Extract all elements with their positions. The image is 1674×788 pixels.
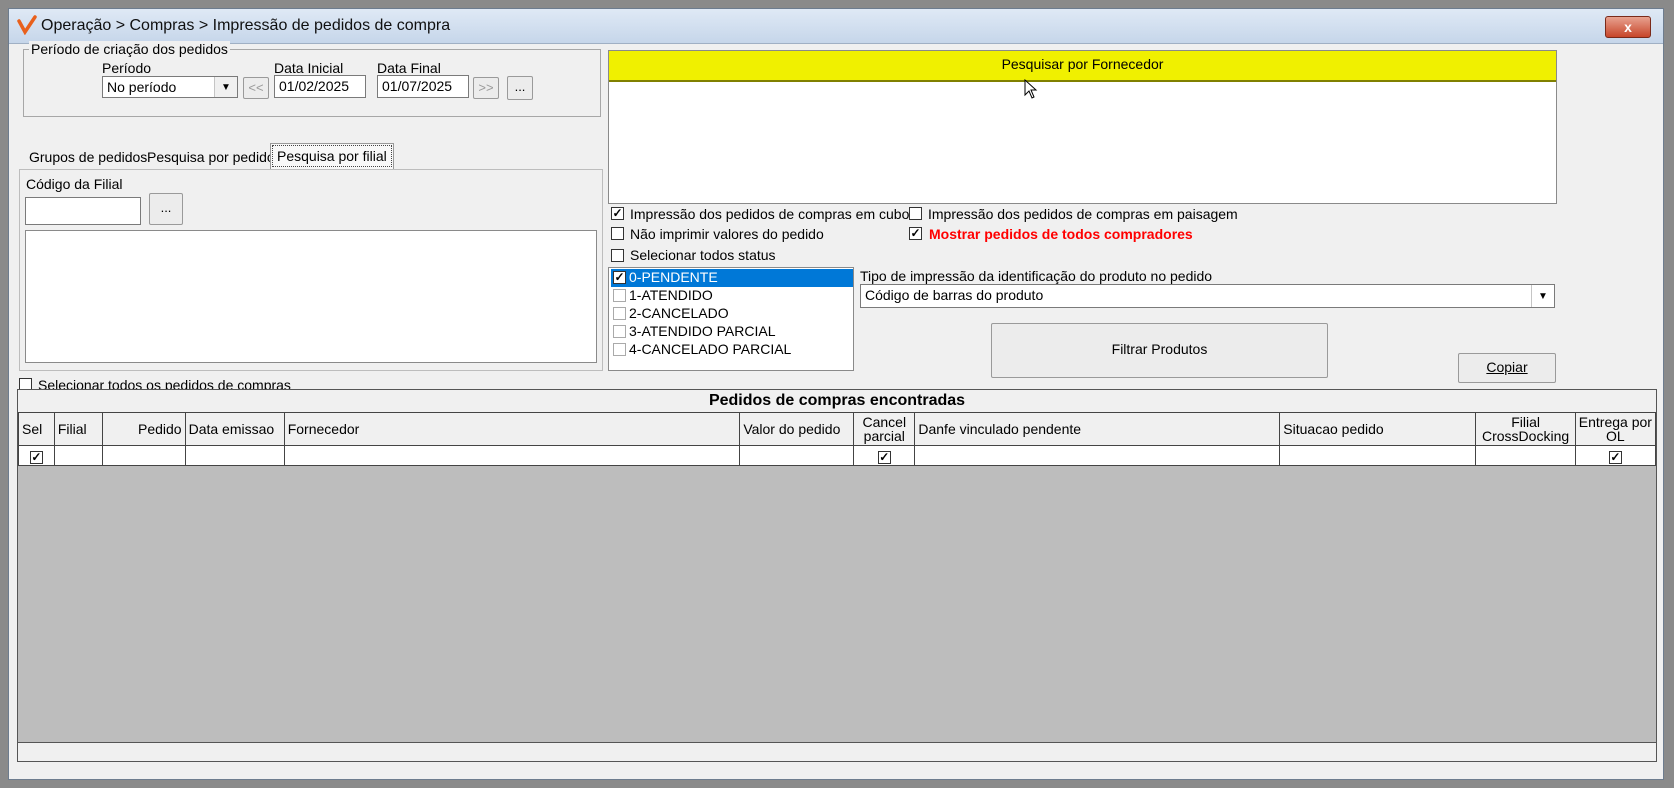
close-button[interactable]: x (1605, 16, 1651, 38)
mouse-cursor-icon (1024, 79, 1038, 99)
periodo-select[interactable]: No período ▼ (102, 76, 238, 98)
paisagem-checkbox[interactable] (909, 207, 922, 220)
row-entrega-checkbox[interactable]: ✓ (1608, 450, 1622, 464)
status-item-pendente[interactable]: ✓ 0-PENDENTE (611, 269, 853, 287)
row-filial-cell[interactable] (53, 445, 104, 466)
column-header-crossdocking[interactable]: Filial CrossDocking (1475, 412, 1576, 446)
column-header-sel[interactable]: Sel (18, 412, 55, 446)
status-atendido-parcial-checkbox[interactable] (613, 325, 626, 338)
fornecedor-panel: Pesquisar por Fornecedor (608, 50, 1557, 204)
status-cancelado-parcial-checkbox[interactable] (613, 343, 626, 356)
status-pendente-checkbox[interactable]: ✓ (613, 271, 626, 284)
column-header-danfe[interactable]: Danfe vinculado pendente (914, 412, 1281, 446)
paisagem-label: Impressão dos pedidos de compras em pais… (928, 206, 1238, 222)
data-final-field[interactable]: 01/07/2025 (377, 75, 469, 98)
column-header-filial[interactable]: Filial (53, 412, 104, 446)
window-title: Operação > Compras > Impressão de pedido… (41, 17, 451, 34)
fornecedor-search-header[interactable]: Pesquisar por Fornecedor (609, 51, 1556, 82)
row-sel-checkbox[interactable]: ✓ (29, 450, 43, 464)
row-cancel-cell[interactable]: ✓ (853, 445, 916, 466)
row-entrega-cell[interactable]: ✓ (1574, 445, 1657, 466)
column-header-fornecedor[interactable]: Fornecedor (283, 412, 741, 446)
grid-title: Pedidos de compras encontradas (18, 390, 1656, 413)
fornecedor-search-label: Pesquisar por Fornecedor (1001, 56, 1164, 72)
filial-list[interactable] (25, 230, 597, 363)
selecionar-status-checkbox[interactable] (611, 249, 624, 262)
app-logo-icon (17, 15, 37, 35)
column-header-entrega-ol[interactable]: Entrega por OL (1574, 412, 1657, 446)
mostrar-todos-label: Mostrar pedidos de todos compradores (929, 226, 1193, 242)
status-item-label: 3-ATENDIDO PARCIAL (629, 323, 776, 339)
column-header-valor[interactable]: Valor do pedido (739, 412, 855, 446)
mostrar-todos-checkbox[interactable]: ✓ (909, 227, 922, 240)
status-atendido-checkbox[interactable] (613, 289, 626, 302)
column-header-pedido[interactable]: Pedido (102, 412, 186, 446)
row-crossdocking-cell[interactable] (1475, 445, 1576, 466)
tab-pesquisa-por-filial[interactable]: Pesquisa por filial (270, 143, 394, 169)
data-inicial-label: Data Inicial (274, 60, 344, 76)
column-header-cancel-parcial[interactable]: Cancel parcial (853, 412, 916, 446)
grid-title-text: Pedidos de compras encontradas (708, 392, 966, 409)
row-cancel-checkbox[interactable]: ✓ (877, 450, 891, 464)
previous-period-button[interactable]: << (243, 77, 269, 99)
data-inicial-field[interactable]: 01/02/2025 (274, 75, 366, 98)
tab-pesquisa-por-pedido[interactable]: Pesquisa por pedido (141, 145, 281, 169)
column-header-data-emissao[interactable]: Data emissao (184, 412, 285, 446)
column-header-situacao[interactable]: Situacao pedido (1279, 412, 1477, 446)
tipo-impressao-select[interactable]: Código de barras do produto ▼ (860, 284, 1555, 308)
filtrar-produtos-button[interactable]: Filtrar Produtos (991, 323, 1328, 378)
periodo-select-value: No período (107, 79, 177, 95)
status-item-label: 4-CANCELADO PARCIAL (629, 341, 792, 357)
orders-grid[interactable]: Pedidos de compras encontradas Sel Filia… (17, 389, 1657, 762)
copiar-button[interactable]: Copiar (1458, 353, 1556, 383)
chevron-down-icon[interactable]: ▼ (1531, 285, 1554, 307)
row-pedido-cell[interactable] (102, 445, 186, 466)
filial-lookup-button[interactable]: ... (149, 193, 183, 225)
row-fornecedor-cell[interactable] (283, 445, 741, 466)
period-more-button[interactable]: ... (507, 76, 533, 100)
grid-footer (18, 742, 1656, 761)
row-sel-cell[interactable]: ✓ (18, 445, 55, 466)
cubo-checkbox[interactable]: ✓ (611, 207, 624, 220)
grid-table: Sel Filial Pedido Data emissao Fornecedo… (18, 412, 1657, 466)
status-item-label: 0-PENDENTE (629, 269, 718, 285)
grid-header-row: Sel Filial Pedido Data emissao Fornecedo… (18, 412, 1657, 446)
nao-imprimir-label: Não imprimir valores do pedido (630, 226, 824, 242)
data-final-label: Data Final (377, 60, 441, 76)
status-list[interactable]: ✓ 0-PENDENTE 1-ATENDIDO 2-CANCELADO 3-AT… (608, 267, 854, 371)
codigo-filial-label: Código da Filial (26, 176, 123, 192)
periodo-group-legend: Período de criação dos pedidos (29, 41, 230, 57)
status-item-label: 2-CANCELADO (629, 305, 729, 321)
status-cancelado-checkbox[interactable] (613, 307, 626, 320)
selecionar-status-label: Selecionar todos status (630, 247, 776, 263)
main-window: Operação > Compras > Impressão de pedido… (8, 8, 1664, 780)
tab-grupos-de-pedidos[interactable]: Grupos de pedidos (23, 145, 153, 169)
tipo-impressao-label: Tipo de impressão da identificação do pr… (860, 268, 1213, 284)
row-data-cell[interactable] (184, 445, 285, 466)
status-item-label: 1-ATENDIDO (629, 287, 713, 303)
codigo-filial-field[interactable] (25, 197, 141, 225)
chevron-down-icon[interactable]: ▼ (214, 77, 237, 97)
row-situacao-cell[interactable] (1279, 445, 1477, 466)
row-valor-cell[interactable] (739, 445, 855, 466)
row-danfe-cell[interactable] (914, 445, 1281, 466)
nao-imprimir-checkbox[interactable] (611, 227, 624, 240)
cubo-label: Impressão dos pedidos de compras em cubo (630, 206, 910, 222)
table-row[interactable]: ✓ ✓ ✓ (18, 445, 1657, 466)
periodo-label: Período (102, 60, 152, 76)
tipo-impressao-value: Código de barras do produto (865, 287, 1044, 303)
title-bar: Operação > Compras > Impressão de pedido… (9, 9, 1663, 44)
next-period-button[interactable]: >> (473, 77, 499, 99)
